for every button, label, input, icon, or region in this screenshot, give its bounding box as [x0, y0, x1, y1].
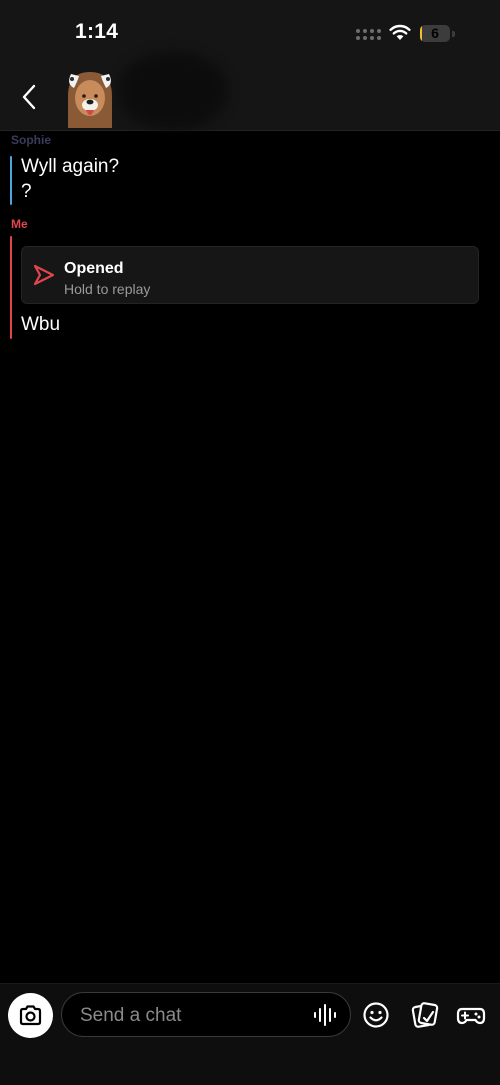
message-group-bar-me: [10, 236, 12, 339]
snap-status: Opened: [64, 260, 124, 277]
camera-icon: [19, 1005, 42, 1026]
message-group-bar-them: [10, 156, 12, 205]
opened-snap-card[interactable]: Opened Hold to replay: [21, 246, 479, 304]
bitmoji-avatar-icon[interactable]: [62, 66, 118, 128]
battery-nub: [452, 31, 455, 37]
sender-label-me: Me: [11, 217, 28, 231]
sent-arrow-icon: [33, 264, 55, 286]
chat-message[interactable]: ?: [21, 181, 32, 203]
chat-message[interactable]: Wbu: [21, 314, 60, 336]
chevron-left-icon: [22, 84, 36, 110]
sender-label-them: Sophie: [11, 133, 52, 147]
voice-icon[interactable]: [312, 1003, 340, 1027]
cellular-signal-icon: [356, 29, 381, 43]
snap-hint: Hold to replay: [64, 281, 151, 297]
chat-input-container[interactable]: [61, 992, 351, 1038]
sticker-icon[interactable]: [410, 1000, 440, 1030]
camera-button[interactable]: [8, 993, 53, 1038]
chat-message[interactable]: Wyll again?: [21, 156, 119, 178]
battery-icon: 6: [420, 25, 450, 42]
games-icon[interactable]: [456, 1000, 486, 1030]
chat-header: 1:14 6: [0, 0, 500, 131]
battery-level: 6: [431, 25, 439, 41]
redacted-name-area: [118, 52, 228, 130]
back-button[interactable]: [16, 82, 44, 112]
wifi-icon: [389, 24, 411, 40]
status-time: 1:14: [75, 20, 119, 43]
chat-composer: [0, 983, 500, 1085]
send-chat-input[interactable]: [78, 993, 302, 1038]
emoji-icon[interactable]: [361, 1000, 391, 1030]
